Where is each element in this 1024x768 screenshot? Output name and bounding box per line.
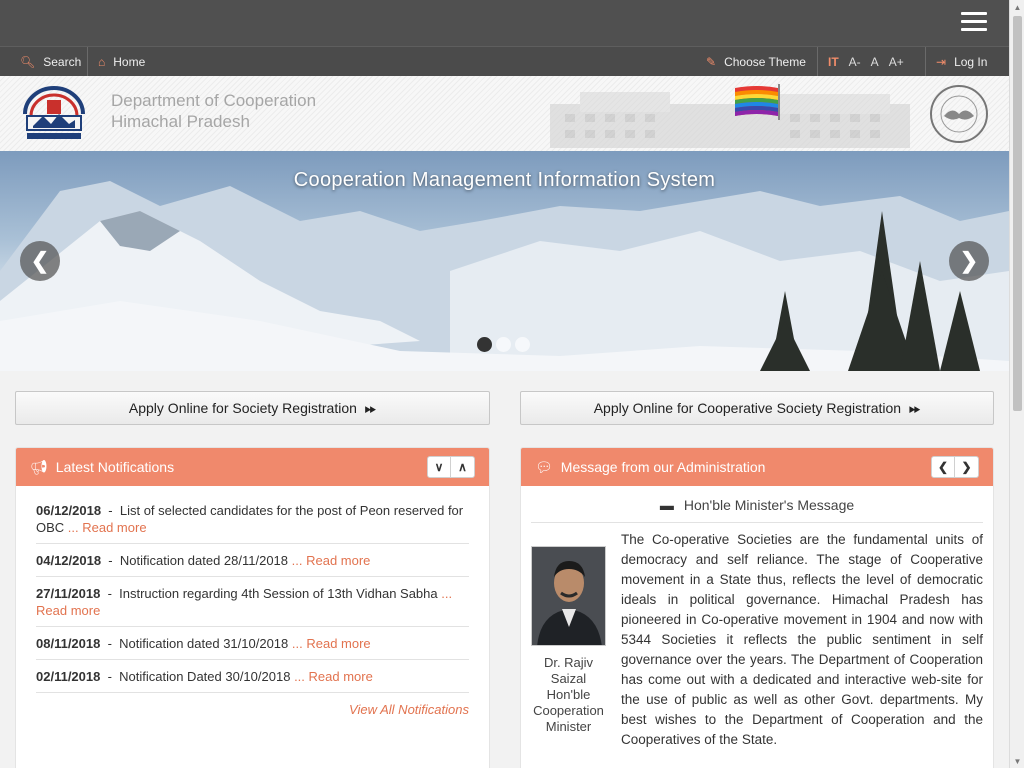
state-name: Himachal Pradesh <box>111 112 250 131</box>
notifications-panel: 📢︎ Latest Notifications ∨ ∧ 06/12/2018 -… <box>15 447 490 768</box>
slider-indicators <box>477 337 530 352</box>
notification-date: 06/12/2018 <box>36 503 102 518</box>
chevron-up-icon: ∧ <box>458 460 467 474</box>
slider-prev-button[interactable]: ❮ <box>20 241 60 281</box>
search-link[interactable]: 🔍︎ Search <box>10 47 91 76</box>
login-icon: ⇥ <box>936 54 947 69</box>
minister-role-line1: Hon'ble <box>546 687 591 702</box>
page-scrollbar[interactable]: ▲ ▼ <box>1009 0 1024 768</box>
chevron-left-icon: ❮ <box>30 248 50 273</box>
notifications-header: 📢︎ Latest Notifications ∨ ∧ <box>16 448 489 486</box>
minister-portrait <box>532 547 605 645</box>
minister-message-heading: Hon'ble Minister's Message <box>683 497 855 513</box>
message-nav-controls: ❮ ❯ <box>931 456 979 478</box>
list-item: 02/11/2018 - Notification Dated 30/10/20… <box>36 660 469 693</box>
minister-role-line3: Minister <box>545 719 592 734</box>
notifications-scroll-controls: ∨ ∧ <box>427 456 475 478</box>
notifications-title: Latest Notifications <box>55 459 175 475</box>
cooperative-flag-image <box>735 84 780 120</box>
chevron-down-icon: ∨ <box>434 460 444 474</box>
home-link[interactable]: ⌂ Home <box>88 47 155 76</box>
double-chevron-right-icon: ⏩︎ <box>909 399 921 416</box>
text-height-icon: IT <box>828 54 839 69</box>
slide-indicator-1[interactable] <box>477 337 492 352</box>
scroll-down-arrow-icon[interactable]: ▼ <box>1010 754 1024 768</box>
read-more-link[interactable]: ... Read more <box>294 669 373 684</box>
scroll-up-arrow-icon[interactable]: ▲ <box>1010 0 1024 14</box>
utility-bar: 🔍︎ Search ⌂ Home ✎ Choose Theme IT A- A … <box>0 46 1009 76</box>
message-title: Message from our Administration <box>560 459 766 475</box>
cooperation-seal-logo <box>930 85 988 143</box>
chevron-right-icon: ❯ <box>961 460 972 474</box>
administration-message-panel: 💬︎ Message from our Administration ❮ ❯ ▬… <box>520 447 994 768</box>
bullhorn-icon: 📢︎ <box>30 458 48 475</box>
list-item: 08/11/2018 - Notification dated 31/10/20… <box>36 627 469 660</box>
chevron-right-icon: ❯ <box>959 248 979 273</box>
slide-indicator-2[interactable] <box>496 337 511 352</box>
notification-date: 27/11/2018 <box>36 586 101 601</box>
choose-theme-link[interactable]: ✎ Choose Theme <box>696 47 816 76</box>
minister-caption: Dr. Rajiv Saizal Hon'ble Cooperation Min… <box>527 655 610 735</box>
font-size-controls: IT A- A A+ <box>818 47 914 76</box>
choose-theme-label: Choose Theme <box>724 54 806 69</box>
read-more-link[interactable]: ... Read more <box>292 636 371 651</box>
minister-name-line1: Dr. Rajiv <box>543 655 594 670</box>
font-decrease-button[interactable]: A- <box>849 55 861 69</box>
minister-name-line2: Saizal <box>550 671 587 686</box>
scroll-down-button[interactable]: ∨ <box>427 456 451 478</box>
home-label: Home <box>113 54 146 69</box>
previous-message-button[interactable]: ❮ <box>931 456 955 478</box>
secretariat-building-image <box>550 92 910 148</box>
apply-cooperative-label: Apply Online for Cooperative Society Reg… <box>593 400 902 416</box>
apply-cooperative-registration-button[interactable]: Apply Online for Cooperative Society Reg… <box>520 391 994 425</box>
notifications-list: 06/12/2018 - List of selected candidates… <box>16 486 489 717</box>
site-header: Department of Cooperation Himachal Prade… <box>0 76 1009 151</box>
top-bar <box>0 0 1009 46</box>
himachal-emblem-logo[interactable] <box>19 86 89 142</box>
apply-society-registration-button[interactable]: Apply Online for Society Registration ⏩︎ <box>15 391 490 425</box>
font-increase-button[interactable]: A+ <box>889 55 904 69</box>
notification-text[interactable]: Instruction regarding 4th Session of 13t… <box>119 586 437 601</box>
message-header: 💬︎ Message from our Administration ❮ ❯ <box>521 448 993 486</box>
slide-indicator-3[interactable] <box>515 337 530 352</box>
minister-photo <box>531 546 606 646</box>
hero-title: Cooperation Management Information Syste… <box>293 169 716 191</box>
notification-date: 02/11/2018 <box>36 669 101 684</box>
notification-text[interactable]: Notification dated 28/11/2018 <box>120 553 288 568</box>
scrollbar-thumb[interactable] <box>1013 16 1022 411</box>
department-title: Department of Cooperation Himachal Prade… <box>111 90 316 132</box>
notification-date: 08/11/2018 <box>36 636 101 651</box>
pencil-icon: ✎ <box>706 54 717 69</box>
next-message-button[interactable]: ❯ <box>955 456 979 478</box>
notification-date: 04/12/2018 <box>36 553 102 568</box>
notification-text[interactable]: Notification Dated 30/10/2018 <box>119 669 290 684</box>
comment-icon: 💬︎ <box>535 458 553 475</box>
chevron-left-icon: ❮ <box>937 460 949 474</box>
search-icon: 🔍︎ <box>20 54 36 69</box>
slider-next-button[interactable]: ❯ <box>949 241 989 281</box>
search-label: Search <box>43 54 82 69</box>
hamburger-menu-icon[interactable] <box>961 12 987 32</box>
hero-slider: Cooperation Management Information Syste… <box>0 151 1009 371</box>
message-subtitle: ▬ Hon'ble Minister's Message <box>531 494 983 523</box>
minister-message-body: The Co-operative Societies are the funda… <box>621 532 983 747</box>
font-normal-button[interactable]: A <box>871 55 879 69</box>
notification-text[interactable]: Notification dated 31/10/2018 <box>119 636 288 651</box>
read-more-link[interactable]: ... Read more <box>68 520 147 535</box>
scroll-up-button[interactable]: ∧ <box>451 456 475 478</box>
view-all-notifications-link[interactable]: View All Notifications <box>36 702 469 717</box>
list-item: 04/12/2018 - Notification dated 28/11/20… <box>36 544 469 577</box>
read-more-link[interactable]: ... Read more <box>292 553 371 568</box>
home-icon: ⌂ <box>98 54 106 69</box>
comment-icon: ▬ <box>659 497 674 513</box>
login-link[interactable]: ⇥ Log In <box>926 47 997 76</box>
department-name: Department of Cooperation <box>111 91 317 110</box>
minister-role-line2: Cooperation <box>533 703 604 718</box>
list-item: 06/12/2018 - List of selected candidates… <box>36 500 469 544</box>
login-label: Log In <box>954 54 988 69</box>
apply-society-label: Apply Online for Society Registration <box>128 400 357 416</box>
list-item: 27/11/2018 - Instruction regarding 4th S… <box>36 577 469 627</box>
double-chevron-right-icon: ⏩︎ <box>364 399 377 416</box>
